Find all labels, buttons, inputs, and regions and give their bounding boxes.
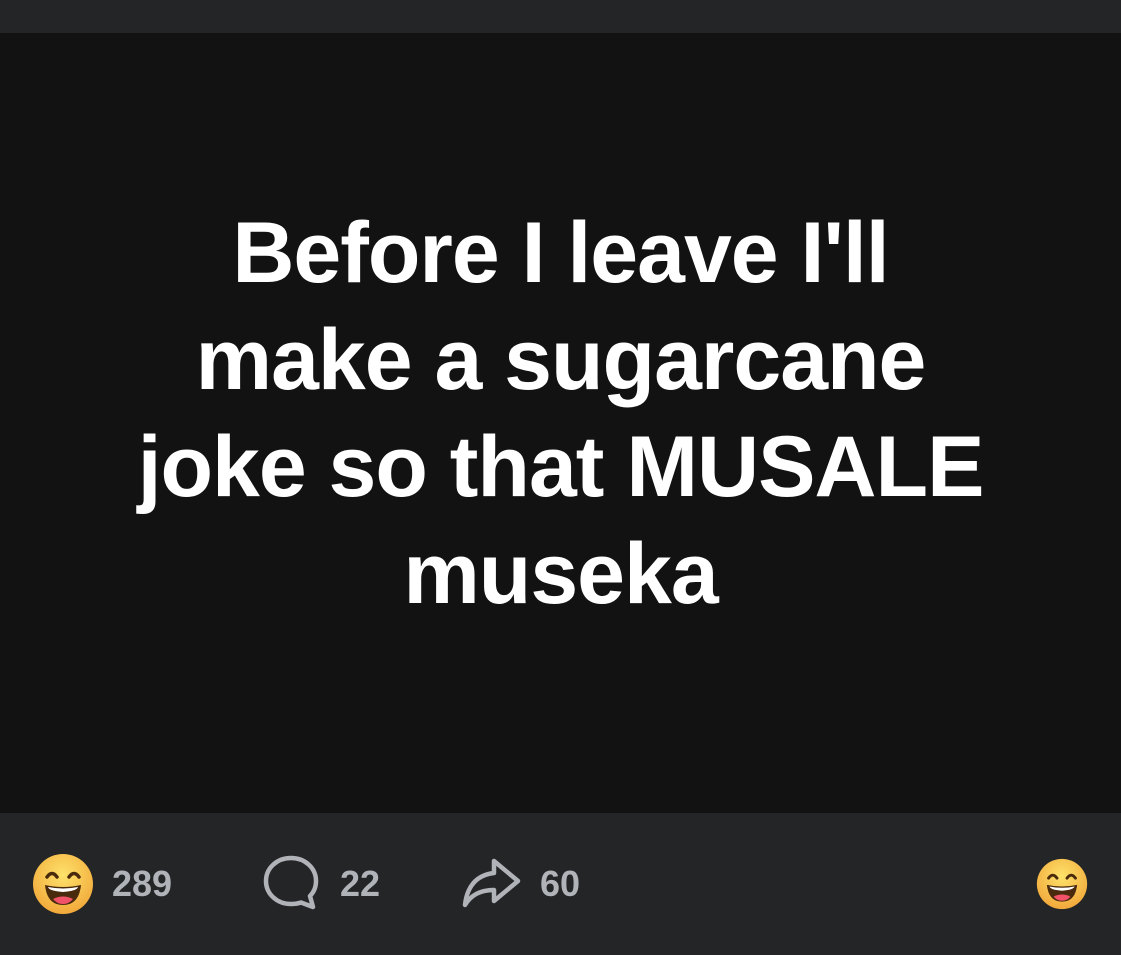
reactions-count: 289 bbox=[112, 863, 173, 904]
reactions-button[interactable]: 289 bbox=[32, 813, 172, 955]
post-text-line: museka bbox=[403, 526, 718, 622]
top-strip bbox=[0, 0, 1121, 33]
share-button[interactable]: 60 bbox=[460, 813, 580, 955]
share-arrow-icon bbox=[460, 851, 522, 918]
post-action-bar: 289 22 60 bbox=[0, 813, 1121, 955]
laughing-face-icon bbox=[1036, 858, 1088, 910]
shares-count: 60 bbox=[540, 863, 581, 904]
comments-count: 22 bbox=[340, 863, 381, 904]
post-text-line: Before I leave I'll bbox=[232, 205, 889, 301]
laughing-face-icon bbox=[32, 853, 94, 915]
post-text-line: make a sugarcane bbox=[195, 312, 927, 408]
react-button[interactable] bbox=[1036, 813, 1088, 955]
post-text-line: joke so that MUSALE bbox=[137, 419, 985, 515]
post-text-card: Before I leave I'll make a sugarcane jok… bbox=[0, 33, 1121, 813]
post-text: Before I leave I'll make a sugarcane jok… bbox=[81, 200, 1041, 628]
comment-bubble-icon bbox=[260, 851, 322, 918]
comment-button[interactable]: 22 bbox=[260, 813, 380, 955]
